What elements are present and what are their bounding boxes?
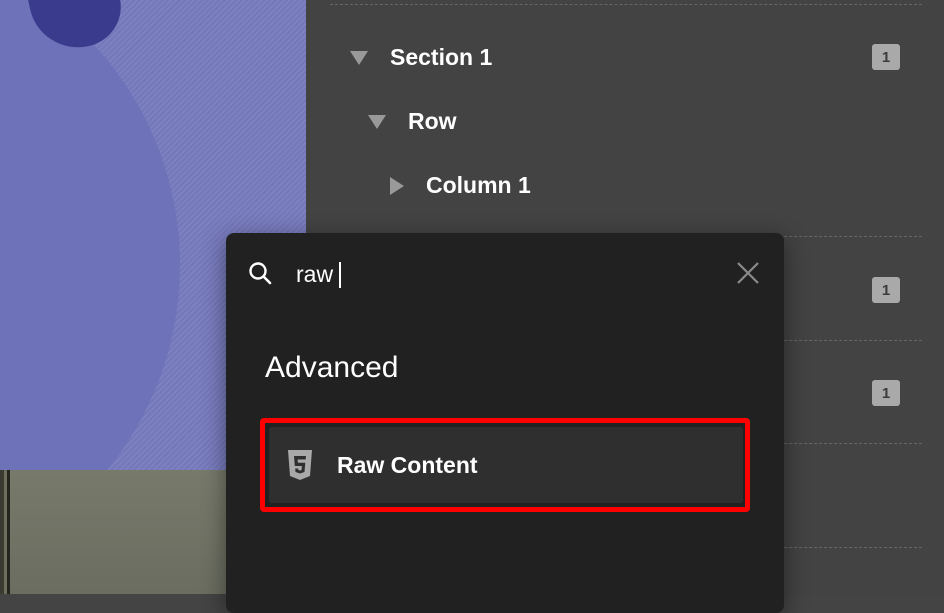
count-badge: 1 [872,380,900,406]
close-icon[interactable] [736,261,760,285]
tree-item-label: Section 1 [390,44,493,70]
search-icon [249,262,272,285]
triangle-down-icon[interactable] [350,50,368,65]
text-caret [339,262,341,288]
search-input[interactable] [296,257,676,291]
count-badge: 1 [872,277,900,303]
tree-item-column-1[interactable]: Column 1 [390,172,531,199]
widget-search-popup: Advanced Raw Content [226,233,784,613]
count-badge: 1 [872,44,900,70]
triangle-right-icon[interactable] [390,176,404,195]
tree-item-section-1[interactable]: Section 1 [350,44,492,71]
results-group-heading: Advanced [265,351,399,384]
triangle-down-icon[interactable] [368,114,386,129]
tree-item-label: Column 1 [426,172,531,198]
highlight-annotation-box [260,418,750,512]
tree-item-row[interactable]: Row [368,108,457,135]
divider [330,4,922,5]
tree-item-label: Row [408,108,457,134]
